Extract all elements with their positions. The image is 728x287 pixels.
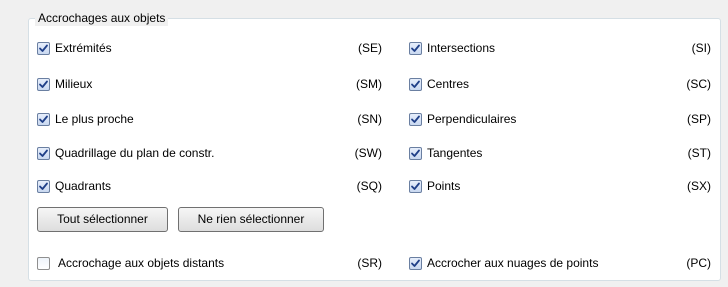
checkbox-icon[interactable] xyxy=(37,113,50,126)
option-code: (SE) xyxy=(358,41,382,55)
option-label: Accrocher aux nuages de points xyxy=(427,256,599,270)
option-code: (PC) xyxy=(686,256,711,270)
option-code: (SQ) xyxy=(356,179,382,193)
option-label: Quadrillage du plan de constr. xyxy=(55,146,215,160)
option-milieux[interactable]: Milieux (SM) xyxy=(37,76,392,94)
checkbox-icon[interactable] xyxy=(37,78,50,91)
option-le-plus-proche[interactable]: Le plus proche (SN) xyxy=(37,111,392,129)
checkbox-icon[interactable] xyxy=(409,42,422,55)
option-label: Perpendiculaires xyxy=(427,112,517,126)
checkbox-icon[interactable] xyxy=(37,180,50,193)
group-title: Accrochages aux objets xyxy=(35,10,169,26)
checkbox-icon[interactable] xyxy=(37,147,50,160)
option-code: (SC) xyxy=(686,77,711,91)
checkbox-icon[interactable] xyxy=(409,78,422,91)
select-none-button[interactable]: Ne rien sélectionner xyxy=(178,207,324,232)
checkbox-icon[interactable] xyxy=(37,42,50,55)
option-quadrants[interactable]: Quadrants (SQ) xyxy=(37,178,392,196)
option-label: Milieux xyxy=(55,77,93,91)
option-label: Points xyxy=(427,179,461,193)
option-quadrillage[interactable]: Quadrillage du plan de constr. (SW) xyxy=(37,145,392,163)
option-code: (SI) xyxy=(691,41,711,55)
option-intersections[interactable]: Intersections (SI) xyxy=(409,40,715,58)
option-distant-objects[interactable]: Accrochage aux objets distants (SR) xyxy=(37,255,392,273)
checkbox-icon[interactable] xyxy=(37,257,50,270)
option-code: (SN) xyxy=(357,112,382,126)
option-tangentes[interactable]: Tangentes (ST) xyxy=(409,145,715,163)
option-centres[interactable]: Centres (SC) xyxy=(409,76,715,94)
option-label: Intersections xyxy=(427,41,496,55)
option-label: Extrémités xyxy=(55,41,112,55)
option-code: (SP) xyxy=(687,112,711,126)
option-extremites[interactable]: Extrémités (SE) xyxy=(37,40,392,58)
option-label: Quadrants xyxy=(55,179,112,193)
checkbox-icon[interactable] xyxy=(409,257,422,270)
option-label: Accrochage aux objets distants xyxy=(58,256,225,270)
option-label: Centres xyxy=(427,77,470,91)
option-code: (ST) xyxy=(687,146,711,160)
checkbox-icon[interactable] xyxy=(409,113,422,126)
checkbox-icon[interactable] xyxy=(409,180,422,193)
option-label: Le plus proche xyxy=(55,112,134,126)
option-label: Tangentes xyxy=(427,146,483,160)
checkbox-icon[interactable] xyxy=(409,147,422,160)
option-points[interactable]: Points (SX) xyxy=(409,178,715,196)
option-code: (SR) xyxy=(357,256,382,270)
option-point-clouds[interactable]: Accrocher aux nuages de points (PC) xyxy=(409,255,715,273)
option-perpendiculaires[interactable]: Perpendiculaires (SP) xyxy=(409,111,715,129)
select-all-button[interactable]: Tout sélectionner xyxy=(37,207,168,232)
option-code: (SM) xyxy=(356,77,382,91)
option-code: (SW) xyxy=(354,146,382,160)
option-code: (SX) xyxy=(687,179,711,193)
